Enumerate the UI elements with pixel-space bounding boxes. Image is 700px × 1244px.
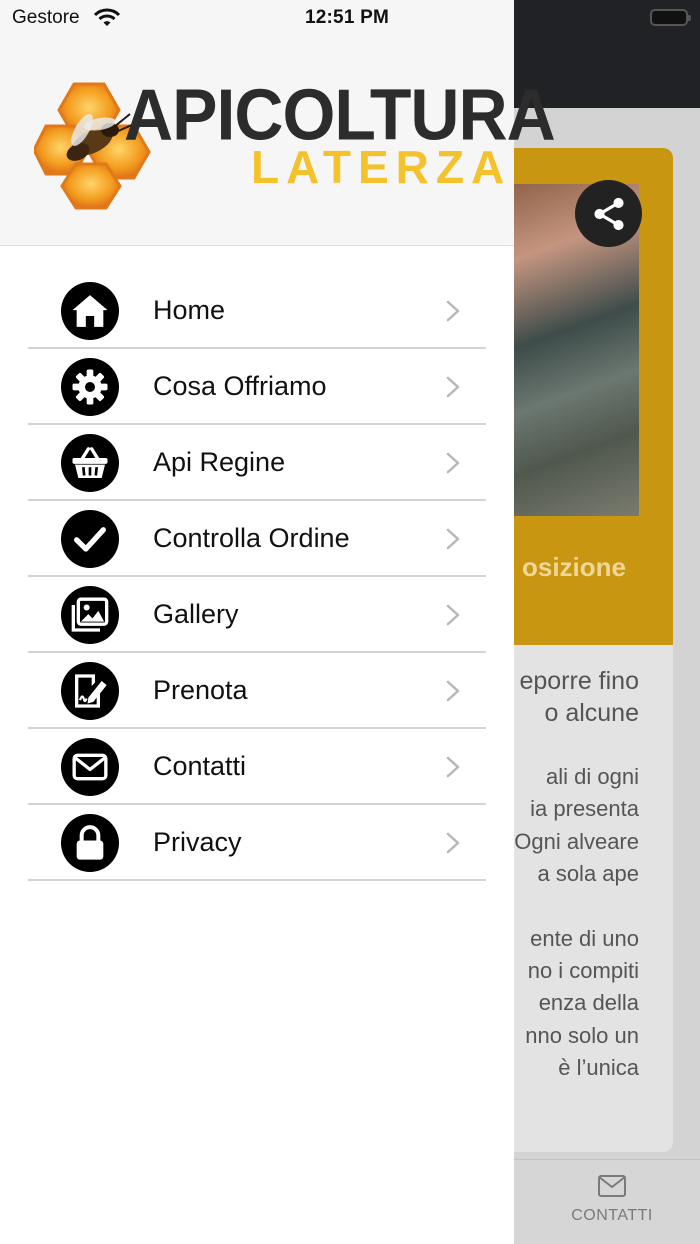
chevron-right-icon — [446, 832, 460, 854]
menu-item-label: Home — [153, 295, 226, 325]
lock-icon — [61, 814, 119, 872]
tab-contatti[interactable]: CONTATTI — [560, 1174, 664, 1225]
home-icon — [61, 282, 119, 340]
menu-item-label: Privacy — [153, 827, 242, 857]
chevron-right-icon — [446, 452, 460, 474]
envelope-icon — [61, 738, 119, 796]
signature-document-icon — [61, 662, 119, 720]
menu-item-label: Cosa Offriamo — [153, 371, 327, 401]
logo-subtitle: LATERZA — [251, 141, 512, 193]
drawer-header: Gestore 12:51 PM APICOLTURA LATERZA — [0, 0, 556, 246]
menu-item-label: Contatti — [153, 751, 247, 781]
gear-icon — [61, 358, 119, 416]
chevron-right-icon — [446, 300, 460, 322]
chevron-right-icon — [446, 528, 460, 550]
menu-item-privacy[interactable]: Privacy — [28, 805, 486, 881]
menu-item-contatti[interactable]: Contatti — [28, 729, 486, 805]
tab-label: CONTATTI — [571, 1207, 653, 1224]
drawer-menu: Home Cosa Offriamo Api Regine Controlla … — [28, 273, 486, 881]
menu-item-label: Prenota — [153, 675, 248, 705]
battery-icon — [650, 9, 691, 26]
chevron-right-icon — [446, 680, 460, 702]
menu-item-home[interactable]: Home — [28, 273, 486, 349]
menu-item-label: Gallery — [153, 599, 239, 629]
chevron-right-icon — [446, 604, 460, 626]
menu-item-api-regine[interactable]: Api Regine — [28, 425, 486, 501]
share-icon — [593, 197, 624, 230]
status-time: 12:51 PM — [305, 7, 389, 28]
menu-item-label: Api Regine — [153, 447, 286, 477]
gallery-icon — [61, 586, 119, 644]
side-drawer: Gestore 12:51 PM APICOLTURA LATERZA Home… — [0, 0, 556, 1244]
envelope-icon — [598, 1175, 626, 1197]
menu-item-gallery[interactable]: Gallery — [28, 577, 486, 653]
menu-item-label: Controlla Ordine — [153, 523, 350, 553]
share-button[interactable] — [575, 180, 642, 247]
menu-item-prenota[interactable]: Prenota — [28, 653, 486, 729]
menu-item-controlla-ordine[interactable]: Controlla Ordine — [28, 501, 486, 577]
carrier-name: Gestore — [12, 7, 80, 28]
status-bar: Gestore 12:51 PM — [0, 0, 514, 40]
checkmark-icon — [61, 510, 119, 568]
basket-icon — [61, 434, 119, 492]
chevron-right-icon — [446, 376, 460, 398]
apicoltura-laterza-logo: APICOLTURA LATERZA — [34, 72, 556, 212]
chevron-right-icon — [446, 756, 460, 778]
wifi-icon — [94, 8, 120, 26]
menu-item-cosa-offriamo[interactable]: Cosa Offriamo — [28, 349, 486, 425]
